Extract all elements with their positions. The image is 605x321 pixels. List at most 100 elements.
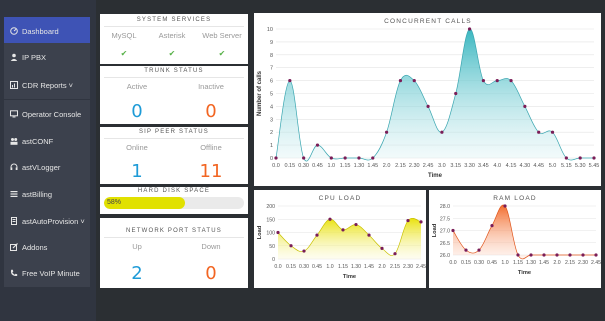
data-point bbox=[329, 156, 333, 160]
network-port-status-title: NETWORK PORT STATUS bbox=[125, 228, 223, 234]
sidebar-item-label: Dashboard bbox=[22, 26, 59, 36]
sidebar-item-astbilling[interactable]: astBilling bbox=[4, 180, 90, 208]
y-tick-label: 9 bbox=[270, 40, 273, 46]
up-count: 2 bbox=[131, 263, 143, 284]
y-tick-label: 27.5 bbox=[440, 216, 450, 222]
data-point bbox=[289, 244, 293, 248]
inactive-label: Inactive bbox=[198, 82, 224, 91]
y-tick-label: 28.0 bbox=[440, 204, 450, 210]
offline-count: 11 bbox=[199, 161, 223, 182]
y-tick-label: 5 bbox=[270, 92, 273, 98]
sidebar-item-free-voip-minute[interactable]: Free VoIP Minute bbox=[4, 259, 90, 287]
x-tick-label: 2.0 bbox=[553, 260, 560, 266]
sidebar-item-ip-pbx[interactable]: IP PBX bbox=[4, 43, 90, 71]
online-count: 1 bbox=[131, 161, 143, 182]
sidebar-item-operator-console[interactable]: Operator Console bbox=[4, 100, 90, 128]
hard-disk-panel: HARD DISK SPACE 58% bbox=[100, 187, 248, 214]
sip-peer-status-panel: SIP PEER STATUS Online Offline 1 11 bbox=[100, 127, 248, 184]
series-area bbox=[453, 204, 596, 259]
trunk-status-title: TRUNK STATUS bbox=[144, 68, 204, 74]
x-tick-label: 2.30 bbox=[403, 264, 413, 270]
data-point bbox=[315, 143, 320, 147]
x-tick-label: 5.15 bbox=[561, 163, 572, 169]
divider bbox=[104, 26, 244, 27]
monitor-icon bbox=[10, 110, 18, 118]
data-point bbox=[503, 204, 507, 208]
report-icon bbox=[10, 81, 18, 89]
data-point bbox=[464, 248, 468, 252]
series-area bbox=[278, 218, 421, 259]
sidebar-item-label: CDR Reports ˅ bbox=[22, 80, 74, 90]
headset-icon bbox=[10, 163, 18, 171]
asterisk-label: Asterisk bbox=[158, 31, 186, 40]
data-point bbox=[495, 79, 499, 83]
network-port-status-panel: NETWORK PORT STATUS Up Down 2 0 bbox=[100, 218, 248, 288]
sidebar-item-astautoprovision[interactable]: astAutoProvision ˅ bbox=[4, 207, 90, 235]
x-tick-label: 4.30 bbox=[520, 163, 531, 169]
y-tick-label: 26.0 bbox=[440, 253, 450, 259]
check-icon: ✔ bbox=[120, 49, 128, 58]
data-point bbox=[385, 130, 389, 134]
chart-title: CONCURRENT CALLS bbox=[384, 18, 472, 25]
trunk-status-panel: TRUNK STATUS Active Inactive 0 0 bbox=[100, 66, 248, 124]
cpu-load-panel: CPU LOAD 0 50 100 150 200 0.0 0.15 0.30 0.45 1.0 1.… bbox=[254, 190, 426, 288]
data-point bbox=[419, 220, 423, 224]
x-tick-label: 3.30 bbox=[464, 163, 475, 169]
x-tick-label: 0.0 bbox=[274, 264, 281, 270]
x-tick-label: 1.45 bbox=[367, 163, 378, 169]
up-label: Up bbox=[132, 242, 142, 251]
y-axis-label: Load bbox=[432, 223, 438, 237]
series-area bbox=[276, 28, 594, 162]
x-tick-label: 2.45 bbox=[423, 163, 434, 169]
data-point bbox=[328, 217, 332, 221]
data-point bbox=[393, 252, 397, 256]
sidebar-item-addons[interactable]: Addons bbox=[4, 233, 90, 261]
data-point bbox=[451, 228, 455, 233]
sidebar-item-label: Free VoIP Minute bbox=[22, 268, 80, 278]
sidebar-item-cdr-reports[interactable]: CDR Reports ˅ bbox=[4, 71, 90, 99]
x-tick-label: 4.0 bbox=[493, 163, 501, 169]
y-tick-label: 26.5 bbox=[440, 241, 450, 247]
online-label: Online bbox=[126, 143, 148, 152]
x-tick-label: 1.15 bbox=[513, 260, 523, 266]
concurrent-calls-chart: CONCURRENT CALLS 0 1 2 3 4 5 6 7 8 9 10 0.0 0.15 0.30 0… bbox=[257, 18, 599, 179]
data-point bbox=[555, 253, 559, 257]
data-point bbox=[406, 218, 410, 223]
active-count: 0 bbox=[131, 101, 143, 122]
sidebar-item-astconf[interactable]: astCONF bbox=[4, 127, 90, 155]
x-tick-label: 2.15 bbox=[395, 163, 406, 169]
users-icon bbox=[10, 137, 18, 145]
x-tick-label: 1.15 bbox=[338, 264, 348, 270]
x-tick-label: 4.45 bbox=[533, 163, 544, 169]
x-tick-label: 0.15 bbox=[286, 264, 296, 270]
ram-load-chart: RAM LOAD 26.0 26.5 27.0 27.5 28.0 0.0 0.15 0.30 0… bbox=[432, 195, 601, 276]
x-tick-label: 0.15 bbox=[461, 260, 471, 266]
data-point bbox=[564, 156, 568, 160]
x-tick-label: 2.45 bbox=[591, 260, 601, 266]
down-label: Down bbox=[201, 242, 221, 251]
y-axis-label: Number of calls bbox=[257, 70, 263, 116]
sidebar-item-label: astCONF bbox=[22, 136, 54, 146]
data-point bbox=[467, 27, 472, 31]
data-point bbox=[398, 79, 403, 83]
x-tick-label: 1.45 bbox=[364, 264, 374, 270]
data-point bbox=[341, 228, 345, 232]
sidebar-item-dashboard[interactable]: Dashboard bbox=[4, 17, 90, 45]
sidebar-item-astvlogger[interactable]: astVLogger bbox=[4, 153, 90, 181]
data-point bbox=[529, 253, 533, 257]
sidebar-item-label: Operator Console bbox=[22, 109, 82, 119]
sidebar-item-label: astVLogger bbox=[22, 162, 61, 172]
y-tick-label: 27.0 bbox=[440, 229, 450, 235]
data-point bbox=[592, 156, 596, 160]
data-point bbox=[343, 156, 347, 160]
x-tick-label: 0.15 bbox=[284, 163, 295, 169]
main-content: SYSTEM SERVICES MySQL Asterisk Web Serve… bbox=[96, 0, 605, 321]
y-tick-label: 10 bbox=[267, 27, 273, 33]
data-point bbox=[380, 246, 384, 250]
x-tick-label: 5.0 bbox=[549, 163, 557, 169]
x-tick-label: 0.45 bbox=[312, 264, 322, 270]
cpu-load-chart: CPU LOAD 0 50 100 150 200 0.0 0.15 0.30 0.45 1.0 1.… bbox=[257, 195, 426, 280]
sidebar-item-label: Addons bbox=[22, 242, 48, 252]
x-tick-label: 2.0 bbox=[383, 163, 391, 169]
list-icon bbox=[10, 190, 18, 198]
